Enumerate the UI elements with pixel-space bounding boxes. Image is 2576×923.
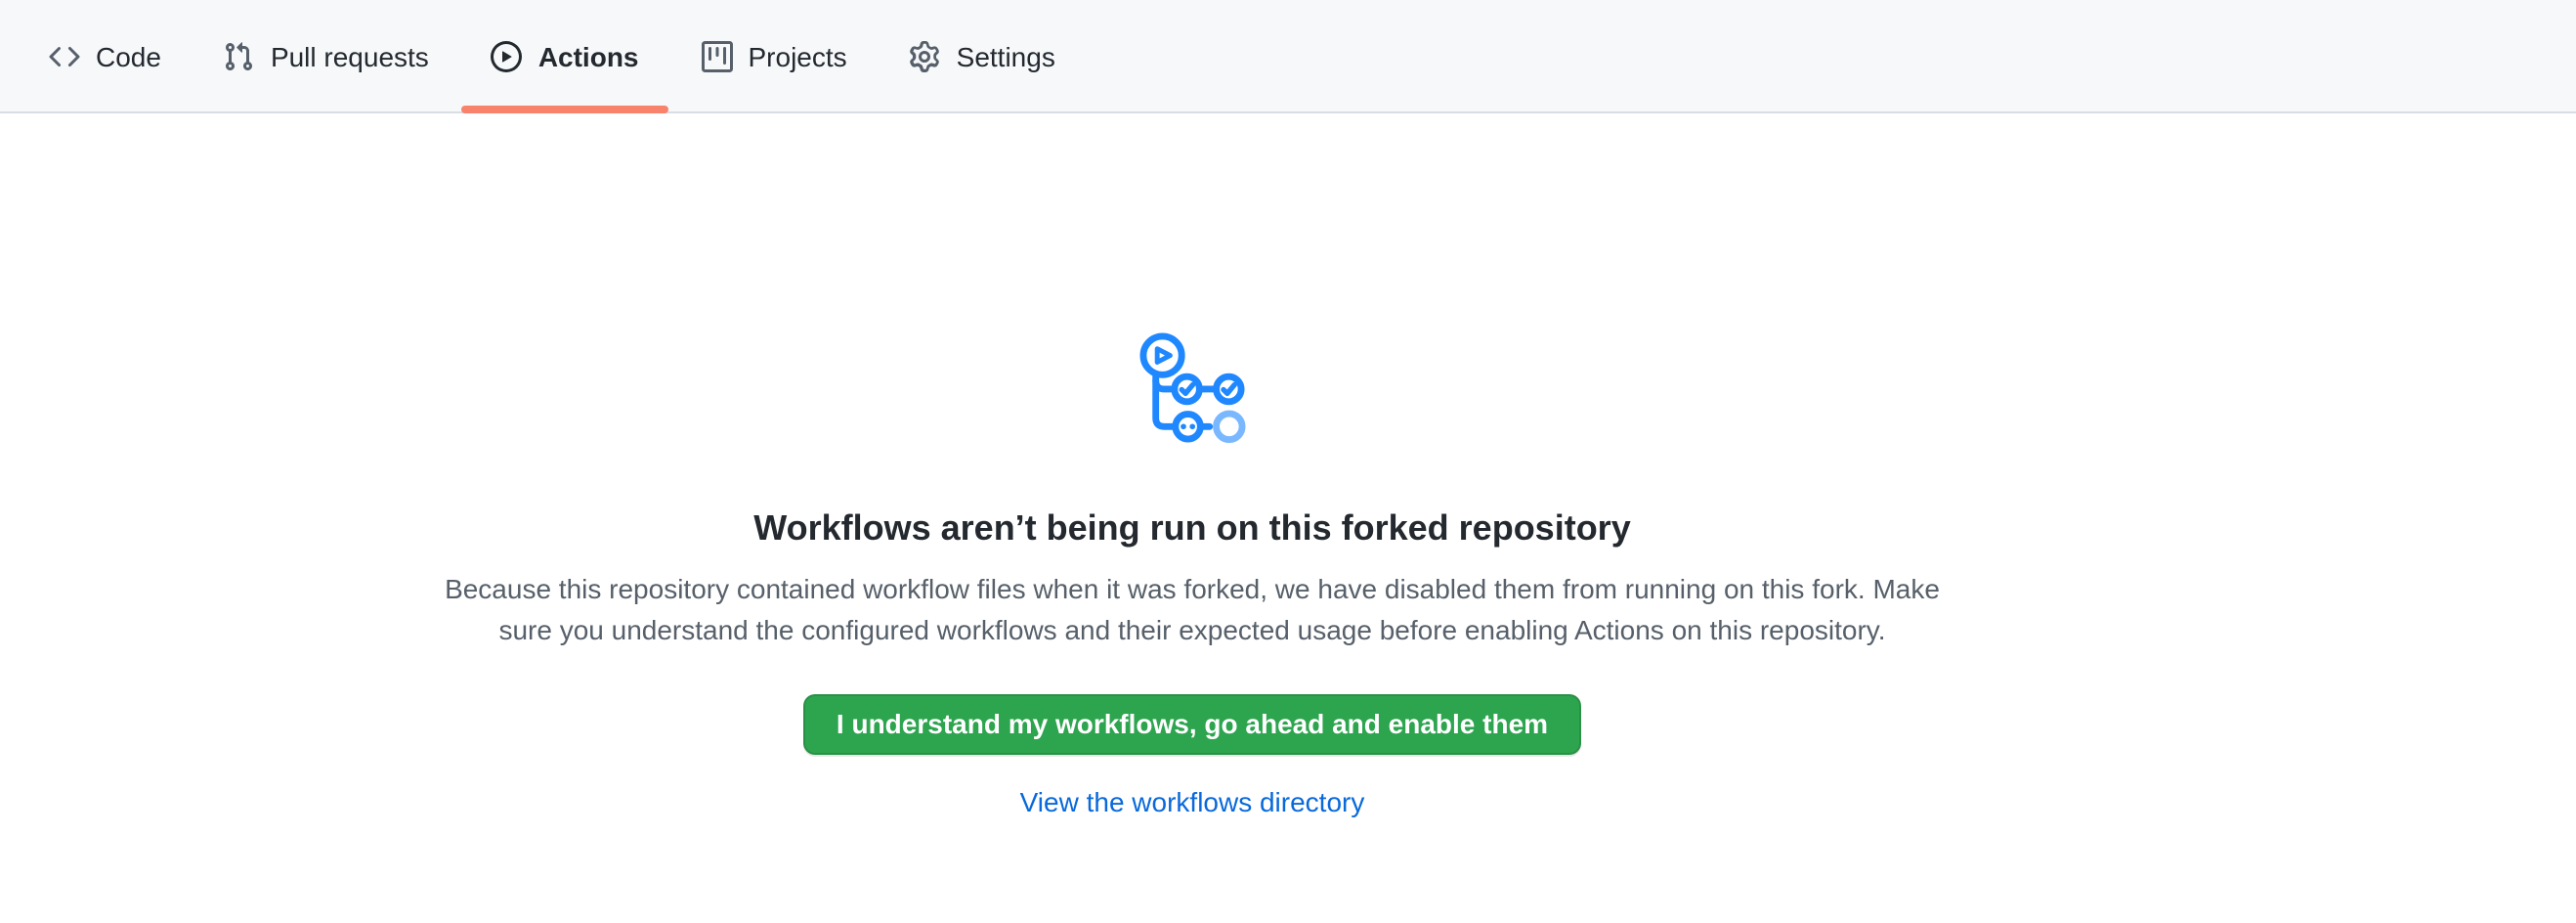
workflow-graph-icon [1138, 332, 1246, 444]
blankslate-description: Because this repository contained workfl… [0, 569, 2384, 651]
tab-actions[interactable]: Actions [462, 0, 668, 111]
workflows-link-row: View the workflows directory [0, 786, 2384, 821]
tab-pull-requests[interactable]: Pull requests [194, 0, 458, 111]
tab-settings[interactable]: Settings [880, 0, 1085, 111]
description-line: Because this repository contained workfl… [0, 569, 2384, 610]
repo-tab-nav: Code Pull requests Actions Projects Sett [0, 0, 2576, 113]
actions-blankslate: Workflows aren’t being run on this forke… [0, 332, 2384, 821]
page: Code Pull requests Actions Projects Sett [0, 0, 2576, 923]
tab-projects[interactable]: Projects [672, 0, 877, 111]
pull-request-icon [224, 40, 255, 71]
tab-label: Code [96, 40, 161, 71]
enable-workflows-button[interactable]: I understand my workflows, go ahead and … [803, 694, 1581, 755]
tab-label: Settings [957, 40, 1055, 71]
tab-label: Actions [538, 40, 639, 71]
view-workflows-directory-link[interactable]: View the workflows directory [1020, 786, 1365, 817]
tab-label: Pull requests [271, 40, 429, 71]
workflow-illustration-wrap [0, 332, 2384, 454]
project-icon [702, 40, 733, 71]
description-line: sure you understand the configured workf… [0, 610, 2384, 651]
gear-icon [910, 40, 941, 71]
code-icon [49, 40, 80, 71]
enable-button-row: I understand my workflows, go ahead and … [0, 694, 2384, 755]
tab-code[interactable]: Code [20, 0, 191, 111]
tab-label: Projects [749, 40, 847, 71]
blankslate-heading: Workflows aren’t being run on this forke… [0, 503, 2384, 553]
play-circle-icon [492, 40, 523, 71]
